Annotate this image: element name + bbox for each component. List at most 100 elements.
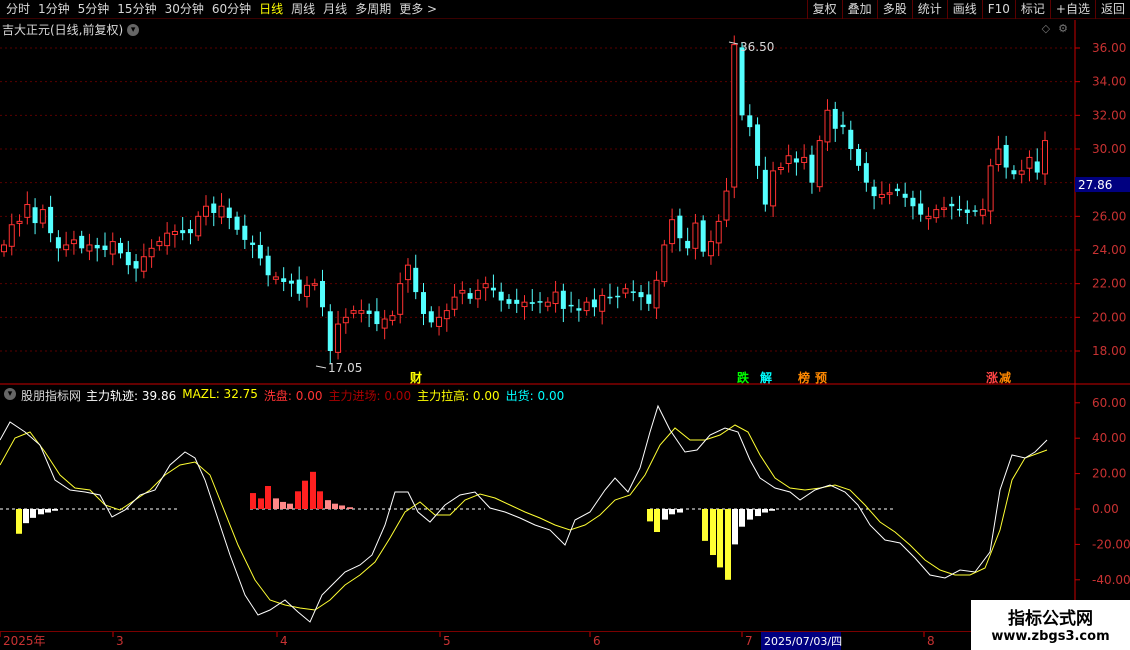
indicator-field-2: 洗盘: 0.00	[263, 389, 323, 403]
indicator-field-5: 出货: 0.00	[505, 389, 565, 403]
indicator-bar	[732, 509, 738, 545]
candle-body	[514, 299, 520, 304]
indicator-bar	[755, 509, 761, 517]
circle-dropdown-icon[interactable]: ▾	[4, 388, 16, 400]
indicator-bar	[347, 507, 353, 509]
high-marker	[728, 41, 739, 45]
candle-body	[1034, 161, 1040, 173]
candle-body	[739, 47, 745, 116]
candle-body	[552, 291, 559, 305]
indicator-bar	[747, 509, 753, 520]
candle-body	[707, 241, 714, 257]
candle-body	[918, 203, 924, 215]
candle-body	[311, 283, 318, 286]
candle-body	[615, 295, 621, 298]
indicator-bar	[250, 493, 256, 509]
candle-body	[1, 244, 7, 253]
candle-body	[24, 204, 31, 218]
candle-body	[118, 242, 124, 254]
candle-body	[296, 279, 302, 294]
candle-body	[777, 167, 784, 171]
indicator-bar	[662, 509, 668, 520]
candle-body	[576, 308, 582, 311]
candle-body	[109, 241, 116, 255]
candle-body	[164, 232, 171, 247]
event-marker-0[interactable]: 财	[409, 370, 422, 385]
event-marker-4[interactable]: 预	[815, 371, 827, 385]
price-tick-label: 22.00	[1092, 277, 1126, 291]
indicator-bar	[339, 505, 345, 509]
indicator-bar	[725, 509, 731, 580]
candle-body	[692, 222, 699, 249]
candle-body	[1026, 156, 1033, 169]
indicator-bar	[287, 503, 293, 509]
candle-body	[801, 156, 808, 163]
candle-body	[482, 283, 489, 289]
candle-body	[568, 304, 574, 307]
indicator-bar	[769, 509, 775, 511]
indicator-bar	[16, 509, 22, 534]
candle-body	[755, 124, 761, 166]
candle-body	[685, 240, 691, 249]
candle-body	[327, 311, 333, 351]
price-tick-label: 32.00	[1092, 108, 1126, 122]
price-tick-label: 36.00	[1092, 41, 1126, 55]
candle-body	[32, 207, 38, 224]
candle-body	[995, 148, 1002, 165]
event-marker-2[interactable]: 解	[760, 370, 772, 385]
price-tick-label: 24.00	[1092, 243, 1126, 257]
price-tick-label: 30.00	[1092, 142, 1126, 156]
candle-body	[809, 154, 815, 183]
candle-body	[180, 230, 186, 234]
indicator-bar	[677, 509, 683, 513]
candle-body	[421, 292, 427, 314]
watermark-title: 指标公式网	[1008, 609, 1093, 629]
candle-body	[272, 276, 279, 280]
candle-body	[607, 296, 613, 299]
indicator-tick-label: 40.00	[1092, 431, 1126, 445]
candle-body	[242, 225, 248, 240]
candle-body	[148, 247, 155, 258]
indicator-bar	[654, 509, 660, 533]
kline-chart[interactable]: 36.0034.0032.0030.0028.0026.0024.0022.00…	[0, 0, 1130, 650]
candle-body	[102, 245, 108, 250]
candle-body	[863, 163, 869, 183]
candle-body	[63, 244, 70, 251]
event-marker-5[interactable]: 涨	[986, 370, 998, 385]
candle-body	[436, 316, 443, 327]
indicator-bar	[295, 491, 301, 509]
event-marker-1[interactable]: 跌	[737, 370, 750, 385]
date-label-6: 8	[927, 634, 935, 648]
indicator-bar	[280, 501, 286, 509]
indicator-bar	[669, 509, 675, 515]
candle-body	[669, 219, 676, 245]
candle-body	[250, 242, 256, 245]
candle-body	[342, 316, 349, 324]
candle-body	[288, 280, 294, 284]
event-marker-6[interactable]: 减	[999, 370, 1011, 385]
candle-body	[187, 229, 193, 234]
event-marker-3[interactable]: 榜	[798, 370, 810, 385]
candle-body	[443, 310, 450, 320]
current-price-label: 27.86	[1078, 178, 1112, 192]
candle-body	[451, 296, 458, 310]
low-marker	[315, 365, 327, 369]
candle-body	[506, 299, 512, 304]
candle-body	[1003, 144, 1009, 168]
indicator-bar	[45, 509, 51, 513]
candle-body	[498, 291, 504, 301]
candle-body	[1042, 140, 1048, 175]
candle-body	[630, 291, 636, 293]
candle-body	[661, 244, 668, 283]
candle-body	[747, 115, 753, 128]
indicator-bar	[258, 498, 264, 509]
candle-body	[599, 294, 606, 312]
watermark: 指标公式网 www.zbgs3.com	[971, 600, 1130, 650]
candle-body	[529, 302, 535, 304]
candle-body	[86, 244, 93, 252]
date-axis: 2025年 3 4 5 6 7 8 2025/07/03/四	[0, 631, 1130, 650]
candle-body	[653, 279, 660, 309]
indicator-tick-label: -40.00	[1092, 573, 1130, 587]
candle-body	[79, 235, 85, 249]
candle-body	[140, 256, 147, 272]
